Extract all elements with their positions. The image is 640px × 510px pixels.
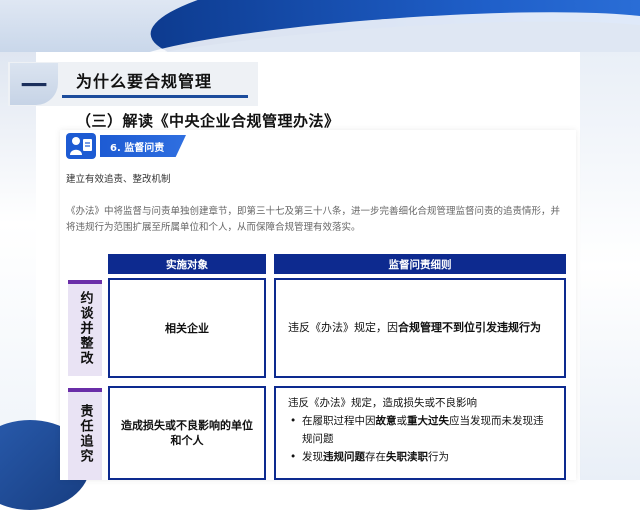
right-decoration [580, 52, 640, 480]
table-cell-target: 相关企业 [108, 278, 266, 378]
category-accountability: 责任追究 [68, 388, 102, 480]
section-title: 为什么要合规管理 [76, 72, 213, 91]
detail-emphasis: 合规管理不到位引发违规行为 [398, 321, 541, 334]
header-banner [0, 0, 640, 52]
detail-intro: 违反《办法》规定，造成损失或不良影响 [288, 397, 477, 409]
page-subtitle: （三）解读《中央企业合规管理办法》 [76, 112, 340, 130]
header-detail: 监督问责细则 [274, 254, 566, 274]
section-badge: 6. 监督问责 [100, 135, 186, 157]
header-target: 实施对象 [108, 254, 266, 274]
list-item: 发现违规问题存在失职渎职行为 [290, 448, 552, 466]
section-number: 一 [10, 63, 58, 105]
category-label: 责任追究 [77, 404, 93, 464]
supervision-icon [66, 133, 96, 159]
table-cell-target: 造成损失或不良影响的单位和个人 [108, 386, 266, 480]
category-interview-rectify: 约谈并整改 [68, 280, 102, 376]
detail-text: 违反《办法》规定，因 [288, 321, 398, 334]
list-item: 在履职过程中因故意或重大过失应当发现而未发现违规问题 [290, 412, 552, 448]
description-paragraph: 《办法》中将监督与问责单独创建章节，即第三十七及第三十八条，进一步完善细化合规管… [66, 206, 561, 233]
left-decoration [0, 52, 36, 480]
category-bar [68, 388, 102, 392]
table-cell-detail: 违反《办法》规定，造成损失或不良影响 在履职过程中因故意或重大过失应当发现而未发… [274, 386, 566, 480]
category-label: 约谈并整改 [77, 290, 93, 366]
category-bar [68, 280, 102, 284]
detail-list: 在履职过程中因故意或重大过失应当发现而未发现违规问题 发现违规问题存在失职渎职行… [288, 412, 552, 466]
mechanism-title: 建立有效追责、整改机制 [66, 174, 171, 185]
table-cell-detail: 违反《办法》规定，因合规管理不到位引发违规行为 [274, 278, 566, 378]
section-underline [62, 95, 248, 98]
